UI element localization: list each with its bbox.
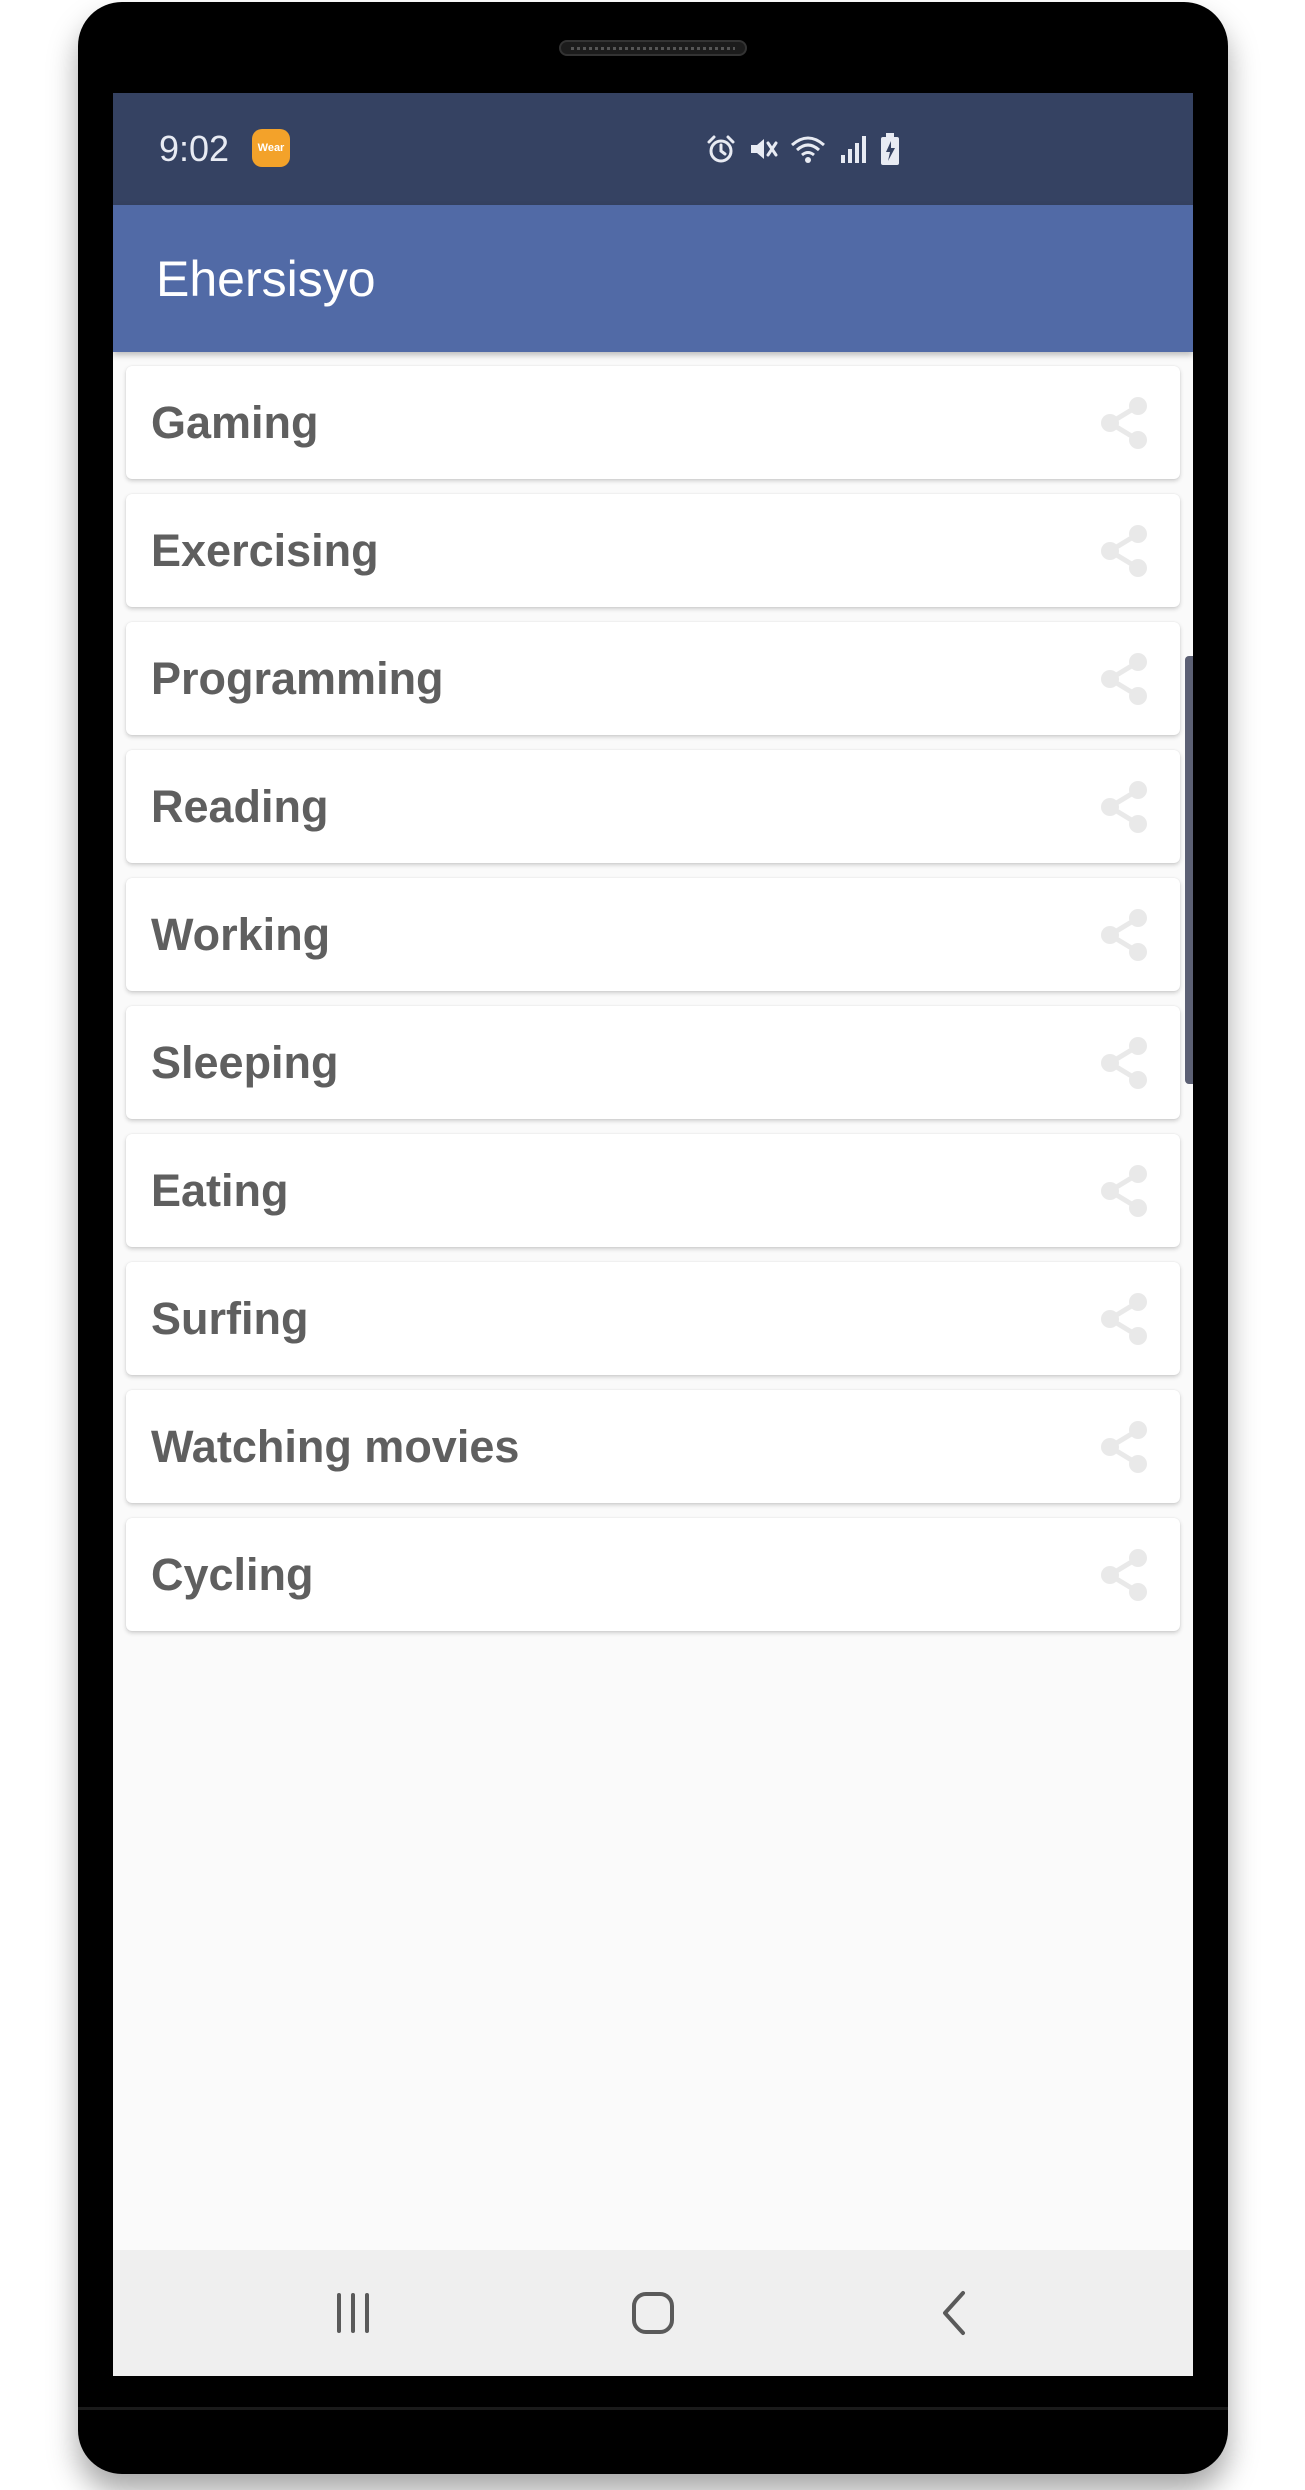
share-icon[interactable] (1094, 1161, 1154, 1221)
activity-label: Eating (151, 1164, 289, 1216)
signal-icon (841, 136, 866, 163)
app-title: Ehersisyo (156, 250, 376, 307)
share-icon[interactable] (1094, 1033, 1154, 1093)
phone-frame: 9:02 Wear Ehersisyo Gaming Exercising Pr… (78, 2, 1228, 2474)
scrollbar-thumb[interactable] (1185, 656, 1193, 1084)
activity-label: Exercising (151, 524, 379, 576)
activity-list-item[interactable]: Exercising (126, 494, 1180, 607)
home-icon (632, 2292, 674, 2334)
status-bar: 9:02 Wear (113, 93, 1193, 205)
wear-app-icon: Wear (252, 129, 290, 167)
share-icon[interactable] (1094, 777, 1154, 837)
status-icons (705, 129, 901, 169)
back-button[interactable] (920, 2278, 990, 2348)
status-time: 9:02 (159, 128, 230, 169)
share-icon[interactable] (1094, 649, 1154, 709)
share-icon[interactable] (1094, 1545, 1154, 1605)
share-icon[interactable] (1094, 1417, 1154, 1477)
activity-list-item[interactable]: Programming (126, 622, 1180, 735)
activity-list-item[interactable]: Working (126, 878, 1180, 991)
activity-label: Sleeping (151, 1036, 339, 1088)
wifi-icon (791, 136, 825, 163)
activity-list-item[interactable]: Surfing (126, 1262, 1180, 1375)
home-button[interactable] (618, 2278, 688, 2348)
navigation-bar (113, 2250, 1193, 2376)
share-icon[interactable] (1094, 393, 1154, 453)
share-icon[interactable] (1094, 1289, 1154, 1349)
activity-list-item[interactable]: Sleeping (126, 1006, 1180, 1119)
activity-label: Watching movies (151, 1420, 520, 1472)
share-icon[interactable] (1094, 521, 1154, 581)
back-icon (943, 2291, 965, 2335)
bezel-divider (78, 2407, 1228, 2410)
activity-list-item[interactable]: Cycling (126, 1518, 1180, 1631)
activity-list-item[interactable]: Watching movies (126, 1390, 1180, 1503)
activity-list-item[interactable]: Eating (126, 1134, 1180, 1247)
activity-label: Reading (151, 780, 329, 832)
activity-label: Gaming (151, 396, 319, 448)
activity-list-item[interactable]: Gaming (126, 366, 1180, 479)
recent-apps-icon (337, 2293, 369, 2333)
activity-label: Cycling (151, 1548, 314, 1600)
activity-label: Working (151, 908, 331, 960)
activity-label: Surfing (151, 1292, 309, 1344)
earpiece-speaker (559, 40, 747, 56)
activity-label: Programming (151, 652, 444, 704)
recent-apps-button[interactable] (318, 2278, 388, 2348)
mute-icon (751, 139, 778, 159)
screen: 9:02 Wear Ehersisyo Gaming Exercising Pr… (113, 93, 1193, 2376)
share-icon[interactable] (1094, 905, 1154, 965)
app-bar: Ehersisyo (113, 205, 1193, 352)
alarm-icon (707, 135, 735, 163)
battery-charging-icon (881, 133, 899, 165)
activity-list-item[interactable]: Reading (126, 750, 1180, 863)
